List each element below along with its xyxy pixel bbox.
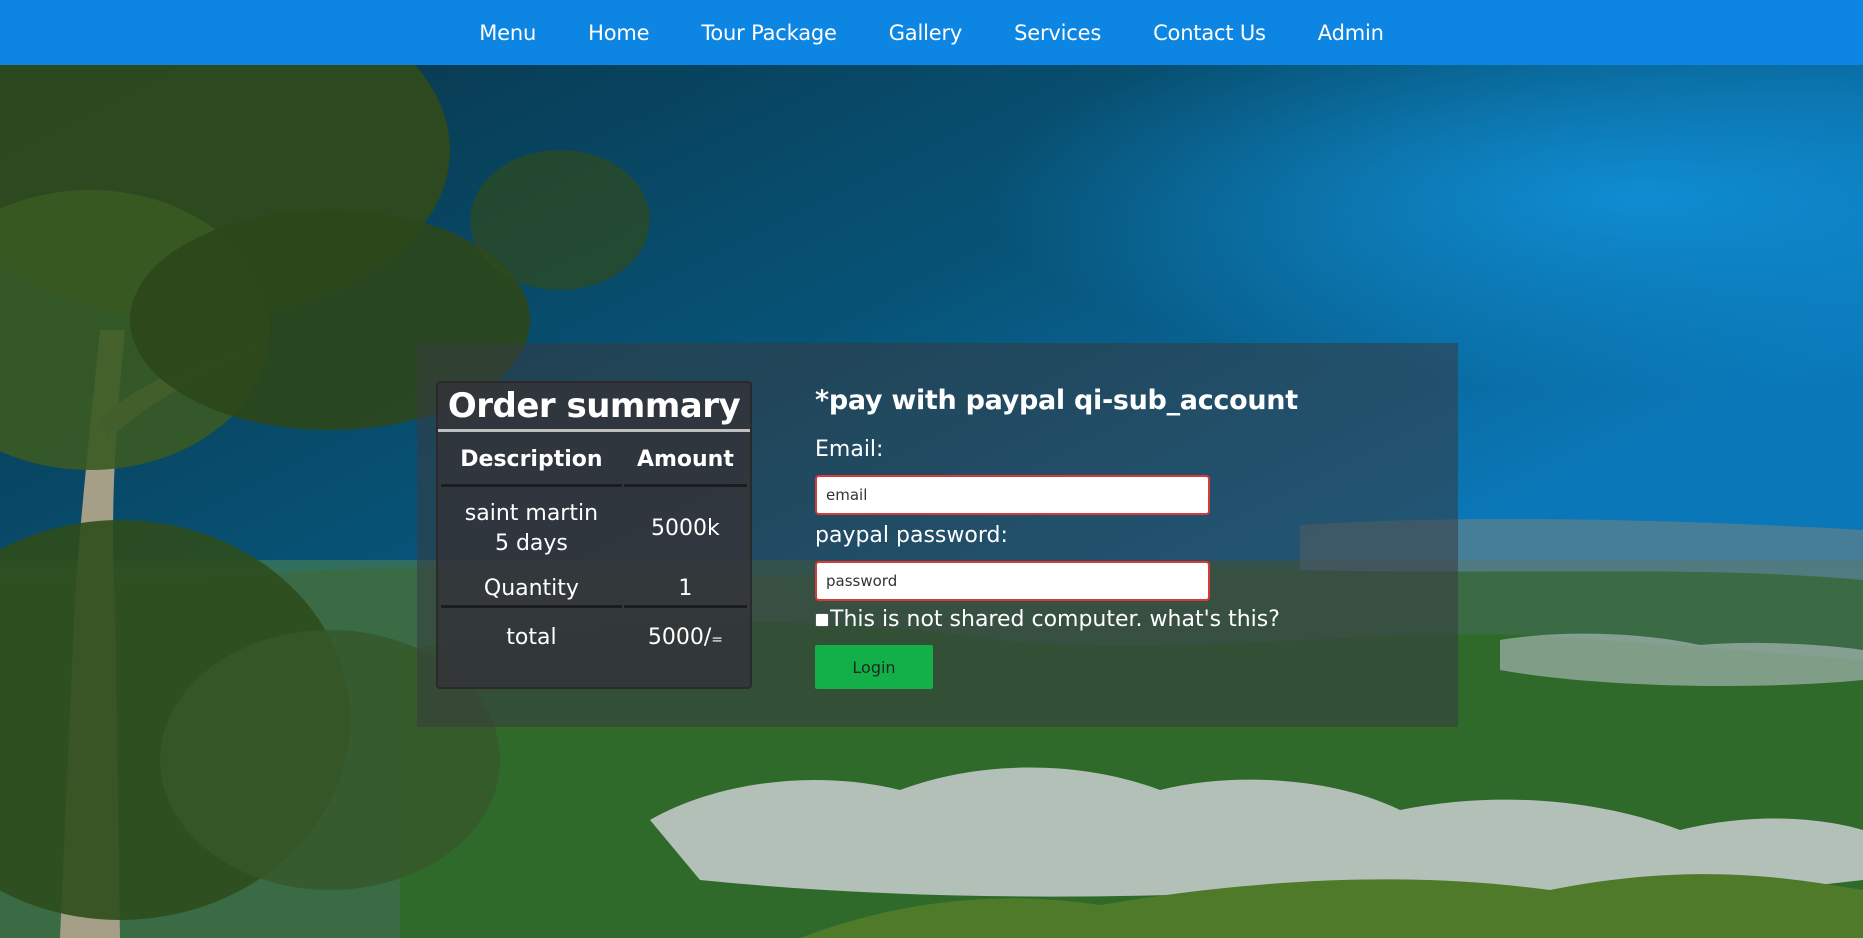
nav-link-contact-us[interactable]: Contact Us (1127, 21, 1292, 45)
paypal-form-title: *pay with paypal qi-sub_account (815, 385, 1298, 416)
nav-link-home[interactable]: Home (562, 21, 675, 45)
column-header-amount: Amount (623, 434, 747, 487)
table-row-quantity: Quantity 1 (441, 571, 747, 608)
email-label: Email: (815, 437, 884, 462)
order-summary-title: Order summary (438, 383, 750, 432)
total-amount-suffix: = (711, 631, 723, 648)
nav-link-services[interactable]: Services (988, 21, 1127, 45)
nav-link-menu[interactable]: Menu (453, 21, 562, 45)
table-row-item: saint martin 5 days 5000k (441, 487, 747, 571)
total-amount: 5000/= (624, 608, 747, 666)
quantity-value: 1 (623, 571, 747, 608)
email-input[interactable] (815, 475, 1210, 515)
remember-label: This is not shared computer. what's this… (830, 607, 1280, 632)
nav-link-admin[interactable]: Admin (1292, 21, 1410, 45)
login-button[interactable]: Login (815, 645, 933, 689)
page-root: Menu Home Tour Package Gallery Services … (0, 0, 1863, 938)
remember-checkbox[interactable] (815, 612, 829, 627)
order-summary-card: Order summary Description Amount saint m… (436, 381, 752, 689)
password-input[interactable] (815, 561, 1210, 601)
item-description-line2: 5 days (494, 531, 568, 556)
top-navbar: Menu Home Tour Package Gallery Services … (0, 0, 1863, 65)
nav-link-gallery[interactable]: Gallery (863, 21, 988, 45)
remember-row: This is not shared computer. what's this… (815, 607, 1280, 632)
item-description-line1: saint martin (464, 501, 599, 526)
nav-link-tour-package[interactable]: Tour Package (675, 21, 862, 45)
quantity-label: Quantity (441, 571, 622, 608)
table-row-total: total 5000/= (441, 608, 747, 666)
order-summary-table: Description Amount saint martin 5 days 5… (439, 434, 749, 666)
total-amount-value: 5000/ (647, 624, 712, 650)
total-label: total (506, 624, 557, 650)
column-header-description: Description (441, 434, 622, 487)
item-amount: 5000k (651, 516, 720, 541)
item-description: saint martin 5 days (441, 487, 622, 571)
password-label: paypal password: (815, 523, 1008, 548)
